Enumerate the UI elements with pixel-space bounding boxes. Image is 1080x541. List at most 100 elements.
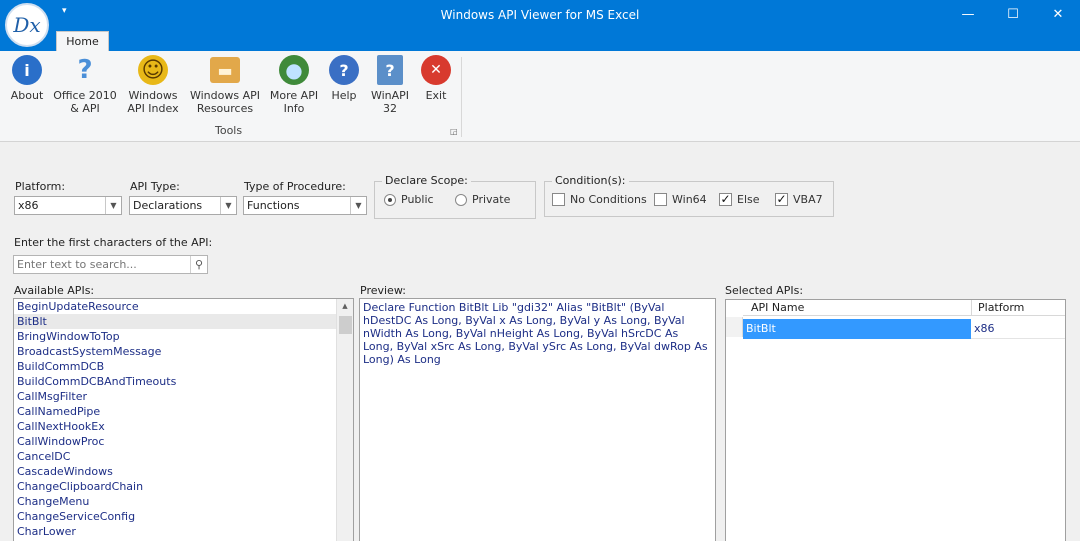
ribbon: i About ? Office 2010 & API ☺ Windows AP…	[0, 51, 1080, 142]
list-item[interactable]: CallNextHookEx	[14, 419, 353, 434]
more-api-info-label-1: More API	[269, 89, 319, 102]
winapi-label-2: 32	[383, 102, 397, 115]
preview-pane[interactable]: Declare Function BitBlt Lib "gdi32" Alia…	[359, 298, 716, 541]
list-item[interactable]: BuildCommDCB	[14, 359, 353, 374]
list-item[interactable]: ChangeClipboardChain	[14, 479, 353, 494]
public-radio-label: Public	[401, 193, 434, 206]
winapi-32-button[interactable]: ? WinAPI 32	[368, 55, 412, 115]
maximize-button[interactable]: ☐	[993, 4, 1033, 26]
scrollbar-thumb[interactable]	[339, 316, 352, 334]
selected-apis-grid[interactable]: API Name Platform BitBlt x86	[725, 299, 1066, 541]
more-api-info-label-2: Info	[283, 102, 305, 115]
list-item[interactable]: CallMsgFilter	[14, 389, 353, 404]
search-box: ⚲	[13, 255, 208, 274]
list-item[interactable]: BitBlt	[14, 314, 353, 329]
folder-icon: ▬	[210, 57, 240, 83]
conditions-label: Condition(s):	[552, 174, 629, 187]
available-apis-label: Available APIs:	[14, 284, 95, 297]
list-item[interactable]: BeginUpdateResource	[14, 299, 353, 314]
declare-scope-label: Declare Scope:	[382, 174, 471, 187]
windows-api-resources-button[interactable]: ▬ Windows API Resources	[188, 55, 262, 115]
close-button[interactable]: ✕	[1038, 4, 1078, 26]
selected-apis-label: Selected APIs:	[725, 284, 804, 297]
column-header-platform[interactable]: Platform	[971, 300, 1065, 316]
scroll-up-icon[interactable]: ▲	[337, 299, 353, 314]
platform-label: Platform:	[15, 180, 66, 193]
search-icon[interactable]: ⚲	[190, 256, 207, 273]
exit-icon: ✕	[421, 55, 451, 85]
preview-text: Declare Function BitBlt Lib "gdi32" Alia…	[363, 301, 708, 366]
ribbon-group-divider	[461, 57, 462, 137]
search-label: Enter the first characters of the API:	[14, 236, 213, 249]
winapi-label-1: WinAPI	[370, 89, 410, 102]
minimize-button[interactable]: —	[948, 4, 988, 26]
public-radio[interactable]: Public	[384, 193, 434, 206]
column-header-api-name[interactable]: API Name	[743, 300, 971, 316]
exit-label: Exit	[425, 89, 447, 102]
group-launcher-icon[interactable]: ◲	[450, 127, 458, 136]
list-item[interactable]: BroadcastSystemMessage	[14, 344, 353, 359]
help-label: Help	[331, 89, 357, 102]
else-checkbox[interactable]: ✓ Else	[719, 193, 760, 206]
api-type-value: Declarations	[133, 199, 203, 212]
windows-api-index-button[interactable]: ☺ Windows API Index	[123, 55, 183, 115]
conditions-group: Condition(s): No Conditions Win64 ✓ Else…	[544, 174, 834, 217]
radio-selected-icon	[384, 193, 396, 206]
api-list-items: BeginUpdateResource BitBlt BringWindowToTo…	[14, 299, 353, 539]
checkmark-icon: ✓	[775, 192, 788, 206]
help-button[interactable]: ? Help	[328, 55, 360, 102]
platform-select[interactable]: x86 ▼	[14, 196, 122, 215]
office-2010-api-button[interactable]: ? Office 2010 & API	[53, 54, 117, 116]
smiley-index-icon: ☺	[138, 55, 168, 85]
declare-scope-group: Declare Scope: Public Private	[374, 174, 536, 219]
about-button[interactable]: i About	[8, 55, 46, 102]
row-selector[interactable]	[726, 317, 743, 337]
search-input[interactable]	[14, 256, 191, 273]
windows-api-resources-label-1: Windows API	[189, 89, 260, 102]
office-2010-label-1: Office 2010	[53, 89, 117, 102]
help-icon: ?	[329, 55, 359, 85]
selected-row-platform[interactable]: x86	[971, 319, 1065, 339]
no-conditions-label: No Conditions	[570, 193, 647, 206]
exit-button[interactable]: ✕ Exit	[420, 55, 452, 102]
about-label: About	[10, 89, 44, 102]
list-item[interactable]: ChangeMenu	[14, 494, 353, 509]
list-item[interactable]: CallNamedPipe	[14, 404, 353, 419]
checkbox-unchecked-icon	[654, 193, 667, 206]
list-item[interactable]: CallWindowProc	[14, 434, 353, 449]
procedure-type-select[interactable]: Functions ▼	[243, 196, 367, 215]
windows-api-index-label-1: Windows	[128, 89, 178, 102]
available-apis-list[interactable]: BeginUpdateResource BitBlt BringWindowToTo…	[13, 298, 354, 541]
private-radio-label: Private	[472, 193, 511, 206]
help-question-icon: ?	[77, 54, 93, 85]
chevron-down-icon[interactable]: ▼	[350, 197, 366, 214]
no-conditions-checkbox[interactable]: No Conditions	[552, 193, 647, 206]
vba7-checkbox[interactable]: ✓ VBA7	[775, 193, 823, 206]
checkmark-icon: ✓	[719, 192, 732, 206]
list-item[interactable]: ChangeServiceConfig	[14, 509, 353, 524]
chevron-down-icon[interactable]: ▼	[105, 197, 121, 214]
list-item[interactable]: CancelDC	[14, 449, 353, 464]
list-item[interactable]: BuildCommDCBAndTimeouts	[14, 374, 353, 389]
selected-row-api-name[interactable]: BitBlt	[743, 319, 971, 339]
win64-label: Win64	[672, 193, 707, 206]
more-api-info-button[interactable]: ● More API Info	[268, 55, 320, 115]
checkbox-unchecked-icon	[552, 193, 565, 206]
list-item[interactable]: CharLower	[14, 524, 353, 539]
chevron-down-icon[interactable]: ▼	[220, 197, 236, 214]
api-type-label: API Type:	[130, 180, 180, 193]
vertical-scrollbar[interactable]: ▲	[336, 299, 353, 541]
api-type-select[interactable]: Declarations ▼	[129, 196, 237, 215]
tab-home[interactable]: Home	[56, 31, 109, 52]
list-item[interactable]: CascadeWindows	[14, 464, 353, 479]
preview-label: Preview:	[360, 284, 406, 297]
radio-unselected-icon	[455, 193, 467, 206]
else-label: Else	[737, 193, 760, 206]
win64-checkbox[interactable]: Win64	[654, 193, 707, 206]
private-radio[interactable]: Private	[455, 193, 510, 206]
window-title: Windows API Viewer for MS Excel	[440, 8, 640, 22]
info-icon: i	[12, 55, 42, 85]
list-item[interactable]: BringWindowToTop	[14, 329, 353, 344]
procedure-type-value: Functions	[247, 199, 300, 212]
title-bar: Dx ▾ Windows API Viewer for MS Excel — ☐…	[0, 0, 1080, 52]
